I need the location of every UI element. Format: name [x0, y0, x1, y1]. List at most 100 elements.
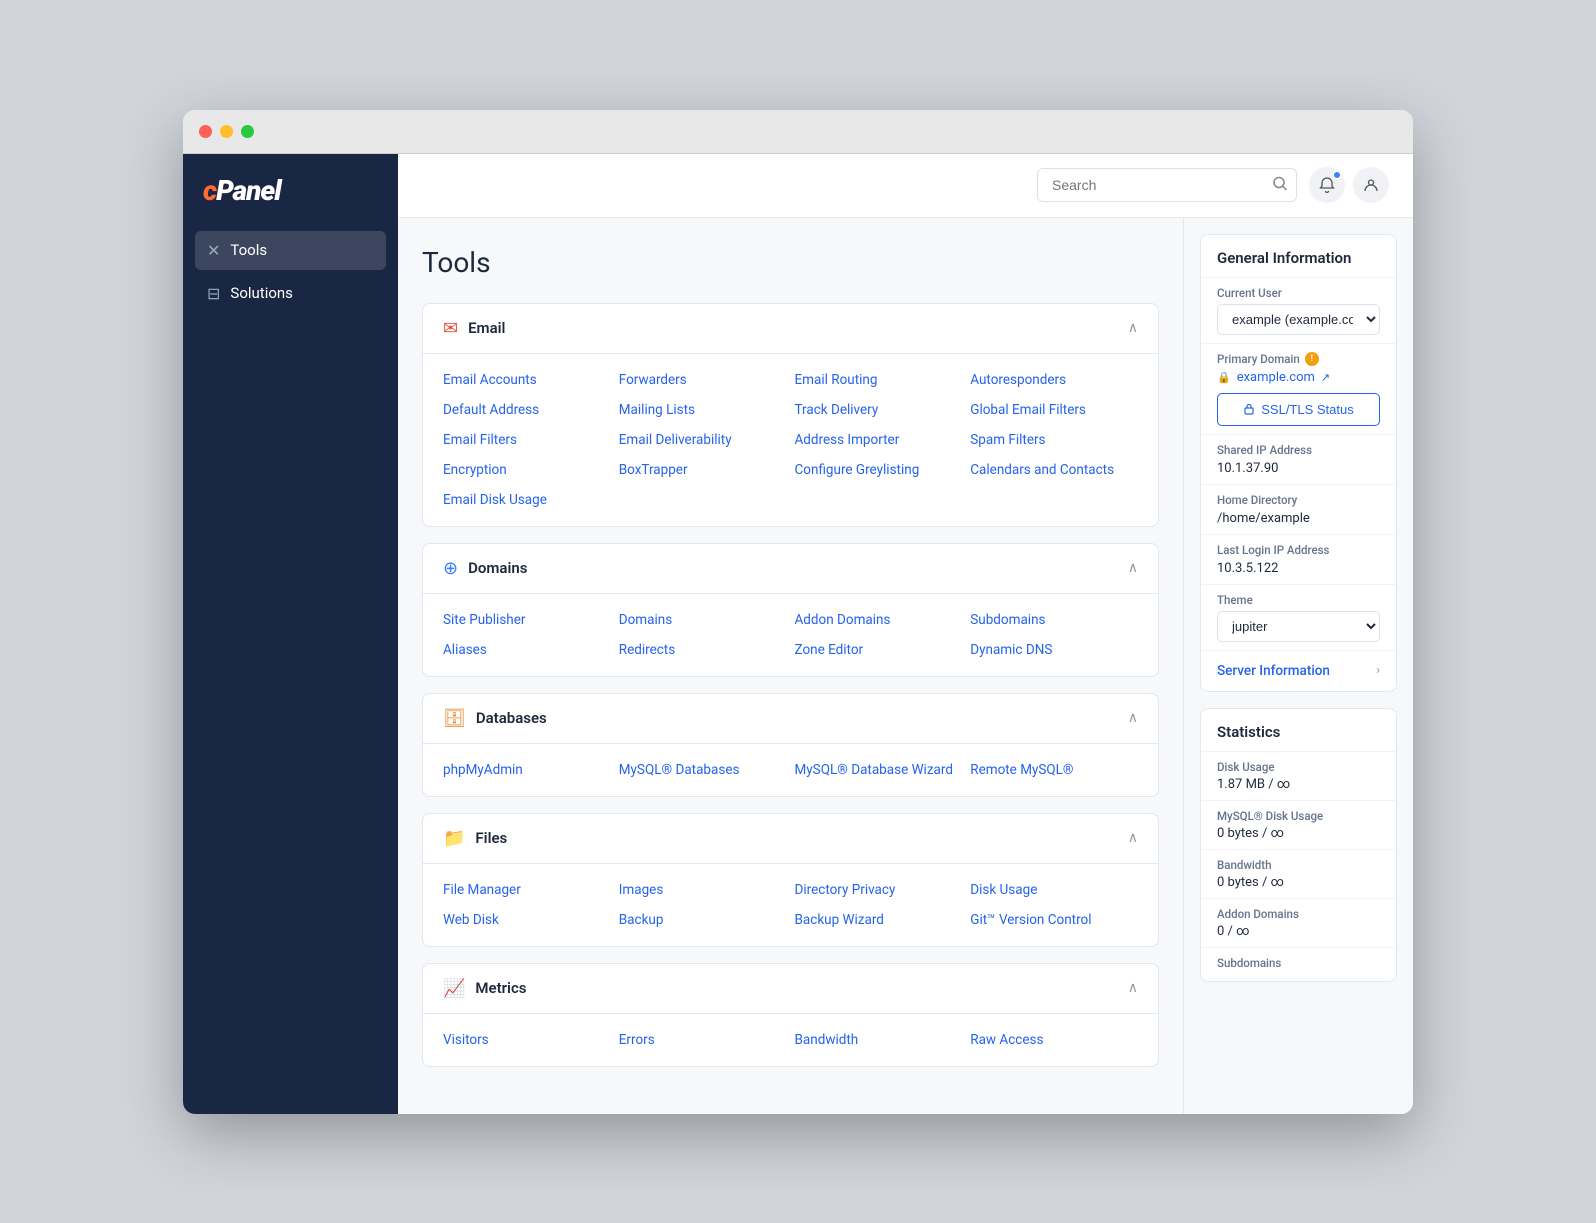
link-spam-filters[interactable]: Spam Filters: [970, 430, 1138, 450]
server-info-label: Server Information: [1217, 663, 1330, 679]
link-subdomains[interactable]: Subdomains: [970, 610, 1138, 630]
close-button[interactable]: [199, 125, 212, 138]
shared-ip-value: 10.1.37.90: [1217, 461, 1380, 476]
stat-bandwidth-value: 0 bytes / ∞: [1217, 875, 1380, 890]
maximize-button[interactable]: [241, 125, 254, 138]
link-redirects[interactable]: Redirects: [619, 640, 787, 660]
notifications-button[interactable]: [1309, 167, 1345, 203]
link-addon-domains[interactable]: Addon Domains: [795, 610, 963, 630]
link-raw-access[interactable]: Raw Access: [970, 1030, 1138, 1050]
solutions-icon: ⊟: [207, 284, 220, 303]
primary-domain-label-wrap: Primary Domain !: [1217, 352, 1380, 366]
link-default-address[interactable]: Default Address: [443, 400, 611, 420]
topbar: [398, 154, 1413, 218]
link-email-accounts[interactable]: Email Accounts: [443, 370, 611, 390]
link-email-deliverability[interactable]: Email Deliverability: [619, 430, 787, 450]
link-backup[interactable]: Backup: [619, 910, 787, 930]
stat-mysql-disk-value: 0 bytes / ∞: [1217, 826, 1380, 841]
link-visitors[interactable]: Visitors: [443, 1030, 611, 1050]
link-file-manager[interactable]: File Manager: [443, 880, 611, 900]
stat-bandwidth: Bandwidth 0 bytes / ∞: [1201, 849, 1396, 898]
home-dir-value: /home/example: [1217, 511, 1380, 526]
link-mailing-lists[interactable]: Mailing Lists: [619, 400, 787, 420]
link-zone-editor[interactable]: Zone Editor: [795, 640, 963, 660]
sidebar-item-solutions[interactable]: ⊟ Solutions: [195, 274, 386, 313]
link-autoresponders[interactable]: Autoresponders: [970, 370, 1138, 390]
search-input[interactable]: [1037, 168, 1297, 202]
sidebar-item-solutions-label: Solutions: [230, 284, 293, 302]
primary-domain-label-text: Primary Domain: [1217, 352, 1300, 366]
link-git-version-control[interactable]: Git™ Version Control: [970, 910, 1138, 930]
statistics-card: Statistics Disk Usage 1.87 MB / ∞ MySQL®…: [1200, 708, 1397, 982]
link-track-delivery[interactable]: Track Delivery: [795, 400, 963, 420]
main-content: Tools ✉ Email ∧ Email Accounts For: [398, 218, 1183, 1114]
link-errors[interactable]: Errors: [619, 1030, 787, 1050]
theme-label: Theme: [1217, 593, 1380, 607]
theme-select[interactable]: jupiter: [1217, 611, 1380, 642]
link-address-importer[interactable]: Address Importer: [795, 430, 963, 450]
section-email-header[interactable]: ✉ Email ∧: [423, 304, 1158, 354]
stat-disk-usage: Disk Usage 1.87 MB / ∞: [1201, 751, 1396, 800]
link-boxtrapper[interactable]: BoxTrapper: [619, 460, 787, 480]
section-files-header[interactable]: 📁 Files ∧: [423, 814, 1158, 864]
external-link-icon: ↗: [1321, 371, 1330, 384]
ssl-tls-button[interactable]: SSL/TLS Status: [1217, 393, 1380, 426]
stat-disk-usage-label: Disk Usage: [1217, 760, 1380, 774]
link-web-disk[interactable]: Web Disk: [443, 910, 611, 930]
section-metrics-header[interactable]: 📈 Metrics ∧: [423, 964, 1158, 1014]
link-email-routing[interactable]: Email Routing: [795, 370, 963, 390]
general-info-card: General Information Current User example…: [1200, 234, 1397, 692]
link-site-publisher[interactable]: Site Publisher: [443, 610, 611, 630]
link-forwarders[interactable]: Forwarders: [619, 370, 787, 390]
home-dir-row: Home Directory /home/example: [1201, 484, 1396, 534]
link-encryption[interactable]: Encryption: [443, 460, 611, 480]
tools-icon: ✕: [207, 241, 220, 260]
email-icon: ✉: [443, 318, 458, 339]
domain-link[interactable]: 🔒 example.com ↗: [1217, 370, 1380, 385]
link-bandwidth[interactable]: Bandwidth: [795, 1030, 963, 1050]
sidebar-item-tools[interactable]: ✕ Tools: [195, 231, 386, 270]
databases-icon: 🗄: [443, 708, 466, 729]
logo: cPanel: [183, 174, 398, 231]
link-remote-mysql[interactable]: Remote MySQL®: [970, 760, 1138, 780]
sidebar: cPanel ✕ Tools ⊟ Solutions: [183, 154, 398, 1114]
stat-mysql-disk-usage: MySQL® Disk Usage 0 bytes / ∞: [1201, 800, 1396, 849]
link-aliases[interactable]: Aliases: [443, 640, 611, 660]
theme-row: Theme jupiter: [1201, 584, 1396, 650]
files-links: File Manager Images Directory Privacy Di…: [423, 864, 1158, 946]
files-chevron-icon: ∧: [1128, 830, 1138, 846]
section-domains-header[interactable]: ⊕ Domains ∧: [423, 544, 1158, 594]
link-images[interactable]: Images: [619, 880, 787, 900]
lock-icon: 🔒: [1217, 371, 1231, 384]
shared-ip-label: Shared IP Address: [1217, 443, 1380, 457]
current-user-select[interactable]: example (example.com): [1217, 304, 1380, 335]
link-configure-greylisting[interactable]: Configure Greylisting: [795, 460, 963, 480]
domain-value: example.com: [1237, 370, 1315, 385]
current-user-row: Current User example (example.com): [1201, 277, 1396, 343]
sidebar-right: General Information Current User example…: [1183, 218, 1413, 1114]
user-menu-button[interactable]: [1353, 167, 1389, 203]
stat-disk-usage-value: 1.87 MB / ∞: [1217, 777, 1380, 792]
link-dynamic-dns[interactable]: Dynamic DNS: [970, 640, 1138, 660]
stat-subdomains-label: Subdomains: [1217, 956, 1380, 970]
databases-links: phpMyAdmin MySQL® Databases MySQL® Datab…: [423, 744, 1158, 796]
minimize-button[interactable]: [220, 125, 233, 138]
section-databases-header[interactable]: 🗄 Databases ∧: [423, 694, 1158, 744]
link-domains[interactable]: Domains: [619, 610, 787, 630]
link-phpmyadmin[interactable]: phpMyAdmin: [443, 760, 611, 780]
link-calendars-contacts[interactable]: Calendars and Contacts: [970, 460, 1138, 480]
link-mysql-databases[interactable]: MySQL® Databases: [619, 760, 787, 780]
section-domains-title: Domains: [468, 559, 527, 577]
server-info-row[interactable]: Server Information ›: [1201, 650, 1396, 691]
link-backup-wizard[interactable]: Backup Wizard: [795, 910, 963, 930]
stat-subdomains: Subdomains: [1201, 947, 1396, 981]
link-email-filters[interactable]: Email Filters: [443, 430, 611, 450]
search-icon: [1273, 176, 1287, 195]
section-email-title: Email: [468, 319, 505, 337]
link-mysql-database-wizard[interactable]: MySQL® Database Wizard: [795, 760, 963, 780]
link-disk-usage[interactable]: Disk Usage: [970, 880, 1138, 900]
link-directory-privacy[interactable]: Directory Privacy: [795, 880, 963, 900]
link-global-email-filters[interactable]: Global Email Filters: [970, 400, 1138, 420]
main-area: Tools ✉ Email ∧ Email Accounts For: [398, 154, 1413, 1114]
link-email-disk-usage[interactable]: Email Disk Usage: [443, 490, 611, 510]
